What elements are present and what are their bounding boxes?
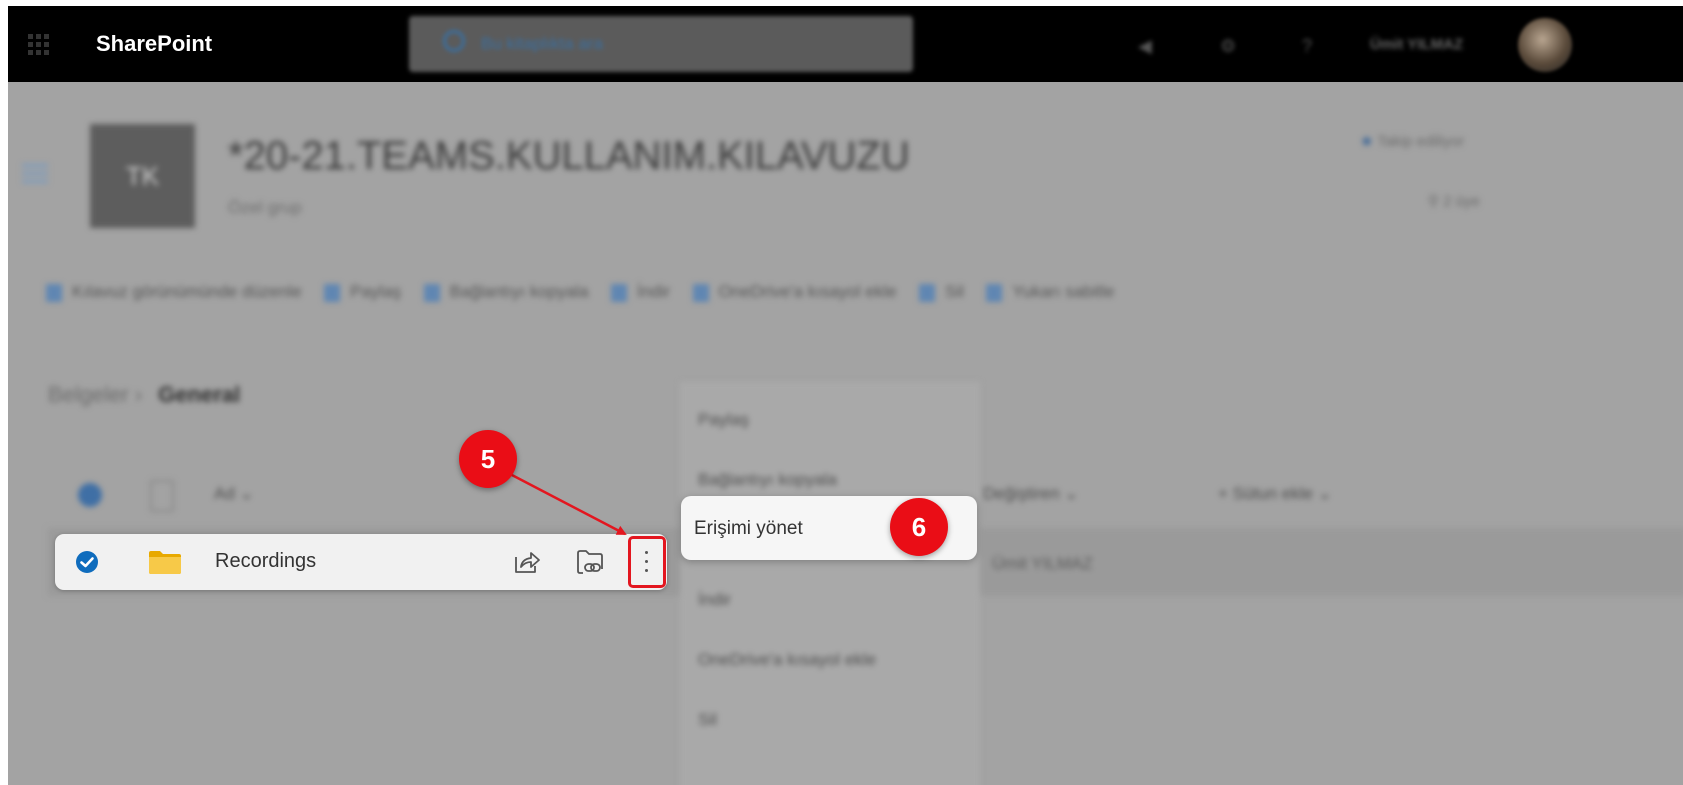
share-icon [324, 283, 341, 302]
folder-icon [149, 551, 181, 574]
user-name[interactable]: Ümit YILMAZ [1370, 36, 1463, 53]
step-badge-5: 5 [459, 430, 517, 488]
more-actions-button[interactable] [628, 536, 666, 588]
screenshot-frame: SharePoint Bu kitaplıkta ara ◀ ⚙ ? Ümit … [8, 6, 1683, 785]
members-label: 2 üye [1443, 193, 1480, 210]
breadcrumb: Belgeler › General [48, 382, 240, 408]
cmd-label: Sil [945, 282, 964, 301]
suite-header: SharePoint Bu kitaplıkta ara ◀ ⚙ ? Ümit … [8, 6, 1683, 82]
avatar[interactable] [1518, 18, 1572, 72]
column-header-modified-by[interactable]: Değiştiren ⌄ [983, 484, 1079, 504]
more-vertical-icon [645, 551, 649, 578]
context-menu [680, 382, 980, 785]
follow-label: Takip ediliyor [1377, 133, 1465, 150]
menu-item-label: Erişimi yönet [694, 518, 803, 539]
cmd-label: Kılavuz görünümünde düzenle [72, 282, 302, 301]
cmd-label: Yukarı sabitle [1012, 282, 1115, 301]
search-input[interactable]: Bu kitaplıkta ara [409, 16, 913, 72]
row-name[interactable]: Recordings [215, 550, 316, 573]
app-launcher-icon[interactable] [28, 34, 50, 56]
menu-item-copy-link[interactable]: Bağlantıyı kopyala [698, 470, 837, 490]
checkmark-circle-icon[interactable] [75, 550, 99, 574]
cmd-label: OneDrive'a kısayol ekle [718, 282, 897, 301]
cmd-copy-link[interactable]: Bağlantıyı kopyala [423, 282, 589, 302]
cmd-delete[interactable]: Sil [919, 282, 964, 302]
follow-status[interactable]: ★ Takip ediliyor [1360, 132, 1464, 150]
menu-item-delete[interactable]: Sil [698, 710, 717, 730]
select-all-radio[interactable] [78, 483, 102, 507]
search-icon [443, 30, 465, 52]
menu-item-share[interactable]: Paylaş [698, 410, 749, 430]
cmd-share[interactable]: Paylaş [324, 282, 401, 302]
row-modified-by: Ümit YILMAZ [992, 554, 1093, 573]
nav-toggle-icon[interactable] [22, 164, 48, 188]
app-brand[interactable]: SharePoint [96, 31, 212, 57]
megaphone-icon[interactable]: ◀ [1138, 36, 1152, 57]
table-row[interactable]: Recordings [55, 534, 667, 590]
gear-icon[interactable]: ⚙ [1220, 36, 1236, 57]
help-icon[interactable]: ? [1302, 36, 1312, 57]
menu-item-download[interactable]: İndir [698, 590, 731, 610]
copy-link-icon[interactable] [574, 549, 604, 577]
cmd-label: Bağlantıyı kopyala [449, 282, 589, 301]
step-badge-6: 6 [890, 498, 948, 556]
column-header-name[interactable]: Ad ⌄ [214, 484, 254, 504]
cmd-label: İndir [636, 282, 671, 301]
breadcrumb-current: General [158, 382, 241, 407]
cmd-add-shortcut[interactable]: OneDrive'a kısayol ekle [692, 282, 897, 302]
grid-icon [46, 283, 62, 302]
person-icon: ⚲ [1428, 193, 1439, 210]
site-logo: TK [90, 124, 195, 228]
members-count[interactable]: ⚲ 2 üye [1428, 192, 1480, 210]
add-column-button[interactable]: + Sütun ekle ⌄ [1218, 484, 1332, 504]
trash-icon [919, 283, 936, 302]
menu-item-add-shortcut[interactable]: OneDrive'a kısayol ekle [698, 650, 876, 670]
pin-icon [986, 283, 1003, 302]
shortcut-icon [692, 283, 709, 302]
page-content-blurred: TK *20-21.TEAMS.KULLANIM.KILAVUZU Özel g… [8, 82, 1683, 785]
share-icon[interactable] [513, 549, 541, 575]
cmd-pin[interactable]: Yukarı sabitle [986, 282, 1114, 302]
download-icon [610, 283, 627, 302]
cmd-download[interactable]: İndir [610, 282, 671, 302]
background-layer: SharePoint Bu kitaplıkta ara ◀ ⚙ ? Ümit … [8, 6, 1683, 785]
site-subtitle: Özel grup [228, 198, 302, 217]
link-icon [423, 283, 440, 302]
search-placeholder: Bu kitaplıkta ara [481, 34, 603, 53]
breadcrumb-root[interactable]: Belgeler [48, 382, 129, 407]
file-type-icon [150, 480, 174, 512]
site-title: *20-21.TEAMS.KULLANIM.KILAVUZU [228, 134, 910, 178]
command-bar: Kılavuz görünümünde düzenle Paylaş Bağla… [46, 282, 1132, 322]
cmd-label: Paylaş [350, 282, 402, 301]
cmd-edit-grid[interactable]: Kılavuz görünümünde düzenle [46, 282, 302, 302]
chevron-right-icon: › [134, 382, 149, 407]
star-icon: ★ [1360, 133, 1374, 150]
